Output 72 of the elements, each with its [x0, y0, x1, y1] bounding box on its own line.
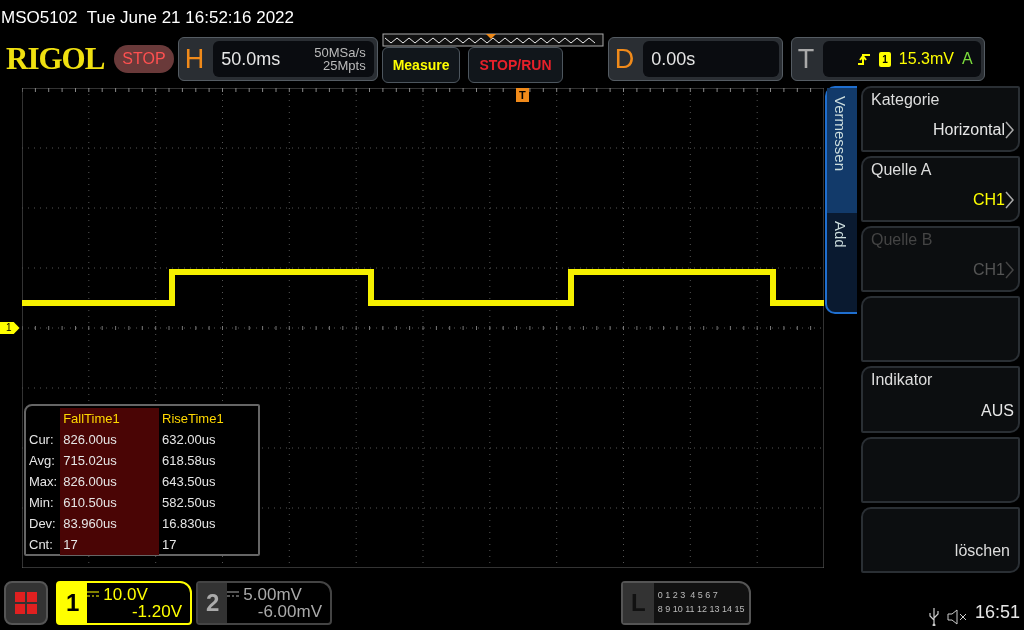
- brand-logo: RIGOL: [6, 39, 105, 78]
- table-cell: 643.50us: [159, 471, 258, 492]
- trigger-level: 15.3mV: [898, 49, 954, 69]
- digital-channel-numbers: 0 1 2 3 4 5 6 7: [657, 589, 719, 602]
- channel-offset: -1.20V: [130, 602, 182, 620]
- menu-value: Horizontal: [932, 120, 1005, 141]
- table-cell: 17: [159, 534, 258, 555]
- column-header: RiseTime1: [159, 408, 258, 429]
- side-tab[interactable]: Add: [827, 213, 857, 308]
- channel-offset: -6.00mV: [256, 602, 322, 620]
- trigger-position-marker: T: [516, 88, 529, 102]
- toolbar-button[interactable]: Measure: [381, 47, 461, 83]
- table-cell: 826.00us: [60, 471, 159, 492]
- table-cell: 715.02us: [60, 450, 159, 471]
- menu-value: CH1: [973, 260, 1005, 281]
- rising-edge-icon: [857, 52, 872, 66]
- timebase-value: 50.0ms: [220, 47, 282, 71]
- chevron-right-icon: [1005, 261, 1014, 280]
- digital-channel-numbers: 8 9 10 11 12 13 14 15: [657, 602, 745, 616]
- delay-value: 0.00s: [650, 47, 696, 71]
- table-cell: 826.00us: [60, 429, 159, 450]
- table-cell: 17: [60, 534, 159, 555]
- row-label: Dev:: [26, 513, 61, 534]
- column-header: FallTime1: [60, 408, 159, 429]
- trigger-mode: A: [961, 49, 973, 69]
- side-tab[interactable]: Vermessen: [827, 88, 857, 213]
- menu-item[interactable]: Kategorie Horizontal: [861, 86, 1020, 153]
- table-cell: 618.58us: [159, 450, 258, 471]
- table-cell: 610.50us: [60, 492, 159, 513]
- chevron-right-icon: [1005, 121, 1014, 140]
- channel-panel[interactable]: 2 5.00mV -6.00mV: [196, 580, 332, 625]
- delay-label: D: [613, 42, 636, 76]
- toolbar-button[interactable]: STOP/RUN: [468, 47, 563, 83]
- menu-label: Quelle B: [870, 230, 934, 251]
- menu-item[interactable]: löschen: [861, 506, 1020, 573]
- channel-panel[interactable]: 1 10.0V -1.20V: [56, 580, 192, 625]
- dc-coupling-icon: [87, 591, 100, 597]
- table-cell: 83.960us: [60, 513, 159, 534]
- menu-label: Indikator: [870, 370, 934, 391]
- dc-coupling-icon: [227, 591, 240, 597]
- menu-label: Quelle A: [870, 160, 933, 181]
- channel-scale: 10.0V: [103, 585, 148, 603]
- channel-scale: 5.00mV: [243, 585, 302, 603]
- channel-level-marker: 1: [0, 322, 20, 334]
- clock-time: 16:51: [974, 601, 1020, 624]
- menu-item[interactable]: Quelle A CH1: [861, 156, 1020, 223]
- model-name: MSO5102: [1, 8, 78, 27]
- row-label: Avg:: [26, 450, 61, 471]
- sample-rate: 50MSa/s: [314, 46, 366, 59]
- table-cell: 632.00us: [159, 429, 258, 450]
- table-cell: 582.50us: [159, 492, 258, 513]
- channel-number: 1: [58, 582, 88, 623]
- trigger-label: T: [796, 42, 816, 76]
- menu-button[interactable]: [4, 580, 48, 625]
- usb-icon: [928, 608, 939, 626]
- memory-depth: 25Mpts: [322, 59, 366, 72]
- date-time: Tue June 21 16:52:16 2022: [86, 8, 294, 27]
- trigger-source-badge: 1: [879, 51, 891, 67]
- table-cell: 16.830us: [159, 513, 258, 534]
- row-label: Min:: [26, 492, 61, 513]
- run-state-badge: STOP: [114, 45, 174, 73]
- grid-menu-icon: [15, 592, 37, 615]
- menu-item[interactable]: Indikator AUS: [861, 366, 1020, 433]
- menu-label: Kategorie: [870, 90, 941, 110]
- menu-value: CH1: [973, 190, 1005, 211]
- channel-number: 2: [198, 582, 228, 623]
- row-label: Cnt:: [26, 534, 61, 555]
- horizontal-label: H: [183, 42, 206, 76]
- row-label: Max:: [26, 471, 61, 492]
- menu-value: AUS: [981, 400, 1014, 421]
- row-label: Cur:: [26, 429, 61, 450]
- chevron-right-icon: [1005, 191, 1014, 210]
